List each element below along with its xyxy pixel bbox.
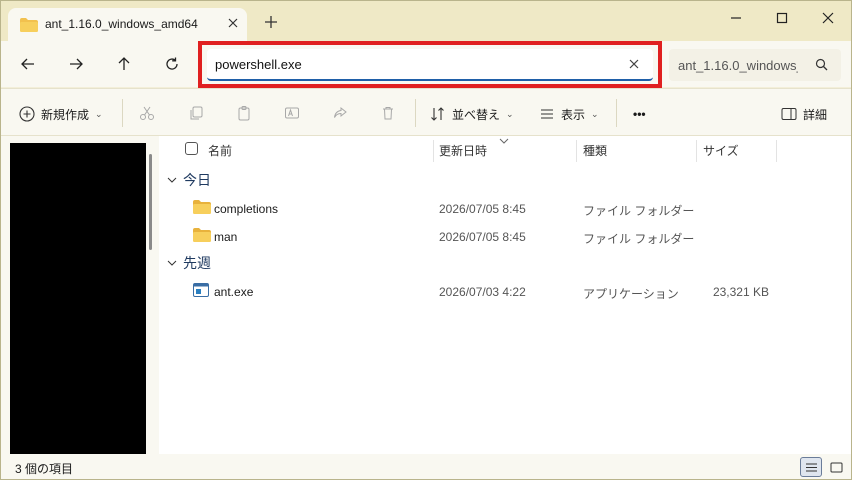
plus-icon[interactable] (263, 14, 281, 32)
column-divider[interactable] (433, 140, 434, 162)
details-view-icon[interactable] (800, 457, 822, 477)
file-date: 2026/07/05 8:45 (439, 202, 526, 216)
application-icon (193, 283, 209, 300)
chevron-down-icon: ⌄ (95, 108, 103, 119)
close-window-icon[interactable] (805, 7, 851, 29)
file-type: ファイル フォルダー (583, 204, 695, 218)
new-button[interactable]: 新規作成 ⌄ (19, 103, 103, 125)
forward-arrow-icon[interactable] (65, 53, 87, 75)
details-pane-icon (781, 108, 797, 120)
folder-icon (20, 18, 38, 35)
refresh-icon[interactable] (161, 53, 183, 75)
new-label: 新規作成 (41, 107, 90, 122)
details-label: 詳細 (803, 107, 828, 122)
group-header-today[interactable]: 今日 (167, 169, 211, 191)
search-box[interactable]: ant_1.16.0_windows_amd64 (669, 49, 841, 81)
view-button[interactable]: 表示 ⌄ (539, 103, 599, 125)
column-divider[interactable] (776, 140, 777, 162)
divider (616, 99, 617, 127)
large-icons-view-icon[interactable] (825, 457, 847, 477)
file-name: man (214, 230, 238, 244)
chevron-down-icon (167, 177, 177, 183)
column-header-size[interactable]: サイズ (703, 142, 739, 159)
sort-icon (431, 107, 444, 121)
chevron-down-icon (167, 260, 177, 266)
column-header-type[interactable]: 種類 (583, 142, 607, 159)
file-date: 2026/07/03 4:22 (439, 285, 526, 299)
file-date: 2026/07/05 8:45 (439, 230, 526, 244)
more-options-button[interactable]: ••• (633, 103, 646, 125)
address-highlight-box (198, 41, 662, 88)
chevron-down-icon: ⌄ (591, 108, 599, 119)
command-bar: 新規作成 ⌄ 並べ替え ⌄ 表示 ⌄ ••• 詳細 (1, 88, 851, 136)
cut-icon[interactable] (137, 103, 157, 123)
search-icon[interactable] (815, 58, 828, 74)
divider (122, 99, 123, 127)
file-name: completions (214, 202, 279, 216)
sort-indicator-icon (499, 133, 509, 147)
item-count: 3 個の項目 (15, 462, 74, 476)
file-type: アプリケーション (583, 287, 679, 301)
column-divider[interactable] (696, 140, 697, 162)
folder-icon (193, 200, 211, 217)
view-label: 表示 (561, 107, 586, 122)
list-item[interactable]: man 2026/07/05 8:45 ファイル フォルダー (159, 223, 851, 249)
group-label: 今日 (183, 172, 211, 188)
maximize-icon[interactable] (759, 7, 805, 29)
address-row: powershell.exe ant_1.16.0_windows_amd64 (1, 41, 851, 88)
up-arrow-icon[interactable] (113, 53, 135, 75)
minimize-icon[interactable] (713, 7, 759, 29)
scrollbar[interactable] (149, 154, 152, 250)
sort-label: 並べ替え (452, 107, 501, 122)
select-all-checkbox[interactable] (185, 142, 198, 155)
column-divider[interactable] (576, 140, 577, 162)
search-input[interactable]: ant_1.16.0_windows_amd64 (678, 58, 798, 73)
list-item[interactable]: completions 2026/07/05 8:45 ファイル フォルダー (159, 195, 851, 221)
paste-icon[interactable] (234, 103, 254, 123)
more-icon: ••• (633, 107, 646, 121)
tab-ant[interactable]: ant_1.16.0_windows_amd64 (8, 8, 247, 42)
group-label: 先週 (183, 255, 211, 271)
chevron-down-icon: ⌄ (506, 108, 514, 119)
tab-title: ant_1.16.0_windows_amd64 (45, 17, 198, 31)
column-header-row: 名前 更新日時 種類 サイズ (159, 136, 851, 162)
list-item[interactable]: ant.exe 2026/07/03 4:22 アプリケーション 23,321 … (159, 278, 851, 304)
close-icon[interactable] (223, 13, 243, 33)
share-icon[interactable] (330, 103, 350, 123)
file-type: ファイル フォルダー (583, 232, 695, 246)
copy-icon[interactable] (186, 103, 206, 123)
folder-icon (193, 228, 211, 245)
group-header-last-week[interactable]: 先週 (167, 252, 211, 274)
file-name: ant.exe (214, 285, 254, 299)
rename-icon[interactable] (282, 103, 302, 123)
view-list-icon (541, 109, 553, 119)
details-button[interactable]: 詳細 (781, 103, 827, 125)
delete-icon[interactable] (378, 103, 398, 123)
column-header-date[interactable]: 更新日時 (439, 142, 487, 159)
title-bar: ant_1.16.0_windows_amd64 (1, 1, 851, 42)
status-bar: 3 個の項目 (1, 454, 851, 479)
plus-circle-icon (19, 106, 35, 122)
navigation-pane (1, 136, 159, 455)
back-arrow-icon[interactable] (17, 53, 39, 75)
divider (415, 99, 416, 127)
column-header-name[interactable]: 名前 (208, 142, 232, 159)
redacted-area (10, 143, 146, 455)
file-size: 23,321 KB (712, 285, 769, 299)
sort-button[interactable]: 並べ替え ⌄ (430, 103, 514, 125)
file-list: 名前 更新日時 種類 サイズ 今日 completions 2026/07/05… (159, 136, 851, 454)
